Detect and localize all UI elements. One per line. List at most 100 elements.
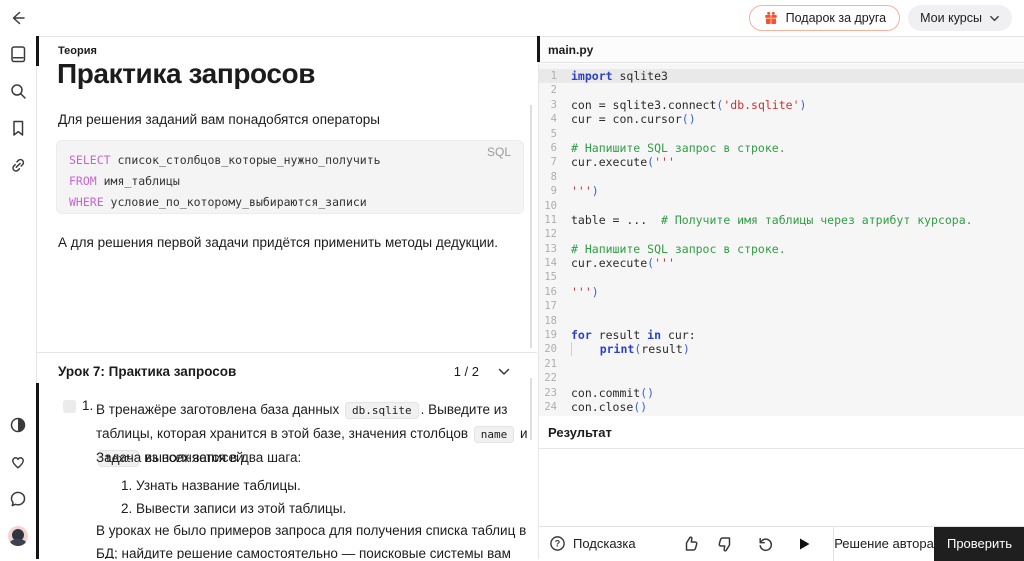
hint-button[interactable]: ? Подсказка bbox=[539, 535, 636, 552]
code-line[interactable]: 23 con.commit() bbox=[539, 386, 1024, 400]
code-line[interactable]: 22 bbox=[539, 371, 1024, 385]
search-icon bbox=[8, 81, 28, 101]
theory-panel: Теория Практика запросов Для решения зад… bbox=[37, 36, 537, 352]
like-button[interactable] bbox=[681, 532, 705, 556]
sidebar-item-bookmarks[interactable] bbox=[8, 118, 28, 138]
code-line[interactable]: 20 print(result) bbox=[539, 342, 1024, 357]
task-steps: Узнать название таблицы.Вывести записи и… bbox=[118, 474, 346, 520]
sidebar-item-theme-toggle[interactable] bbox=[8, 415, 28, 435]
theory-scroll-thumb[interactable] bbox=[36, 36, 39, 66]
reset-code-button[interactable] bbox=[755, 532, 779, 556]
task-number: 1. bbox=[82, 398, 94, 413]
author-solution-button[interactable]: Решение автора bbox=[833, 526, 934, 561]
inline-code-chip: name bbox=[473, 426, 515, 443]
task-checkbox[interactable] bbox=[63, 400, 76, 413]
code-line[interactable]: 21 bbox=[539, 357, 1024, 371]
result-label: Результат bbox=[548, 425, 612, 440]
code-line[interactable]: 18 bbox=[539, 314, 1024, 328]
heart-icon bbox=[8, 452, 28, 472]
gift-button-label: Подарок за друга bbox=[785, 11, 887, 25]
topbar: Подарок за друга Мои курсы bbox=[0, 0, 1024, 36]
sidebar-item-course-book[interactable] bbox=[8, 44, 28, 64]
editor-actionbar: ? Подсказка Решение автора Проверить bbox=[539, 526, 1024, 561]
sidebar-item-links[interactable] bbox=[8, 155, 28, 175]
back-arrow-icon bbox=[8, 8, 30, 28]
reset-icon bbox=[755, 534, 779, 554]
run-code-button[interactable] bbox=[795, 532, 819, 556]
code-line[interactable]: 1 import sqlite3 bbox=[539, 69, 1024, 84]
sidebar-item-favorites[interactable] bbox=[8, 452, 28, 472]
theory-right-scrollbar[interactable] bbox=[530, 105, 532, 348]
task-step: Узнать название таблицы. bbox=[136, 474, 346, 497]
sidebar-item-search[interactable] bbox=[8, 81, 28, 101]
thumbs-down-icon bbox=[715, 534, 739, 554]
task-step: Вывести записи из этой таблицы. bbox=[136, 497, 346, 520]
code-line[interactable]: 12 bbox=[539, 227, 1024, 241]
code-line[interactable]: 14 cur.execute(''' bbox=[539, 256, 1024, 270]
code-line[interactable]: 4 cur = con.cursor() bbox=[539, 112, 1024, 126]
theory-intro-text: Для решения заданий вам понадобятся опер… bbox=[58, 112, 380, 127]
code-line[interactable]: 17 bbox=[539, 299, 1024, 313]
pagination: 1 / 2 bbox=[453, 364, 479, 379]
task-steps-label: Задача выполняется в два шага: bbox=[96, 450, 302, 465]
hint-label: Подсказка bbox=[573, 536, 636, 551]
contrast-icon bbox=[8, 415, 28, 435]
editor-panel: main.py 1 import sqlite3 2 3 con = sqlite3.c… bbox=[538, 36, 1024, 561]
gift-for-friend-button[interactable]: Подарок за друга bbox=[748, 5, 901, 31]
sidebar-item-feedback[interactable] bbox=[8, 489, 28, 509]
code-line[interactable]: 8 bbox=[539, 170, 1024, 184]
page-title: Практика запросов bbox=[57, 58, 316, 89]
play-icon bbox=[795, 535, 819, 553]
code-line[interactable]: 24 con.close() bbox=[539, 400, 1024, 414]
task-scroll-thumb[interactable] bbox=[36, 383, 39, 559]
check-button[interactable]: Проверить bbox=[934, 526, 1024, 561]
inline-code-chip: db.sqlite bbox=[345, 402, 419, 419]
code-language-label: SQL bbox=[486, 145, 511, 159]
theory-section-label: Теория bbox=[58, 45, 97, 57]
editor-scroll-thumb[interactable] bbox=[537, 36, 540, 62]
theory-outro-text: А для решения первой задачи придётся при… bbox=[58, 235, 499, 250]
code-line[interactable]: 13 # Напишите SQL запрос в строке. bbox=[539, 242, 1024, 256]
my-courses-label: Мои курсы bbox=[920, 11, 982, 25]
code-editor[interactable]: 1 import sqlite3 2 3 con = sqlite3.connect('… bbox=[539, 64, 1024, 416]
code-line[interactable]: 3 con = sqlite3.connect('db.sqlite') bbox=[539, 98, 1024, 112]
sql-code: SELECT список_столбцов_которые_нужно_пол… bbox=[69, 153, 381, 209]
sidebar bbox=[0, 36, 37, 559]
chevron-down-icon bbox=[497, 365, 515, 379]
thumbs-up-icon bbox=[681, 534, 705, 554]
lesson-collapse-button[interactable] bbox=[497, 363, 515, 381]
code-line[interactable]: 15 bbox=[539, 270, 1024, 284]
result-header: Результат bbox=[539, 416, 1024, 449]
my-courses-button[interactable]: Мои курсы bbox=[908, 5, 1012, 31]
code-line[interactable]: 10 bbox=[539, 199, 1024, 213]
code-line[interactable]: 16 ''') bbox=[539, 285, 1024, 299]
code-line[interactable]: 7 cur.execute(''' bbox=[539, 155, 1024, 169]
book-icon bbox=[8, 44, 28, 64]
question-circle-icon: ? bbox=[549, 535, 566, 552]
task-right-scrollbar[interactable] bbox=[530, 378, 532, 440]
chevron-down-icon bbox=[989, 13, 1000, 24]
lesson-panel: Урок 7: Практика запросов 1 / 2 1. В тре… bbox=[37, 352, 537, 559]
user-avatar[interactable] bbox=[8, 526, 28, 546]
result-output-area bbox=[539, 449, 1024, 526]
code-line[interactable]: 11 table = ... # Получите имя таблицы чер… bbox=[539, 213, 1024, 227]
dislike-button[interactable] bbox=[715, 532, 739, 556]
tab-main-py[interactable]: main.py bbox=[548, 37, 593, 63]
chat-icon bbox=[8, 489, 28, 509]
avatar-figure-body bbox=[10, 539, 26, 546]
code-line[interactable]: 19 for result in cur: bbox=[539, 328, 1024, 342]
topbar-actions: Подарок за друга Мои курсы bbox=[748, 5, 1012, 31]
code-line[interactable]: 5 bbox=[539, 127, 1024, 141]
sql-example-block: SQL SELECT список_столбцов_которые_нужно… bbox=[56, 140, 524, 214]
bookmark-icon bbox=[8, 118, 28, 138]
editor-tabbar: main.py bbox=[539, 37, 1024, 63]
code-line[interactable]: 9 ''') bbox=[539, 184, 1024, 198]
task-note: В уроках не было примеров запроса для по… bbox=[96, 523, 527, 559]
lesson-title: Урок 7: Практика запросов bbox=[58, 364, 237, 379]
code-line[interactable]: 2 bbox=[539, 83, 1024, 97]
gift-icon bbox=[763, 10, 779, 26]
svg-text:?: ? bbox=[555, 539, 560, 549]
link-icon bbox=[8, 155, 28, 175]
code-line[interactable]: 6 # Напишите SQL запрос в строке. bbox=[539, 141, 1024, 155]
back-button[interactable] bbox=[8, 7, 30, 29]
